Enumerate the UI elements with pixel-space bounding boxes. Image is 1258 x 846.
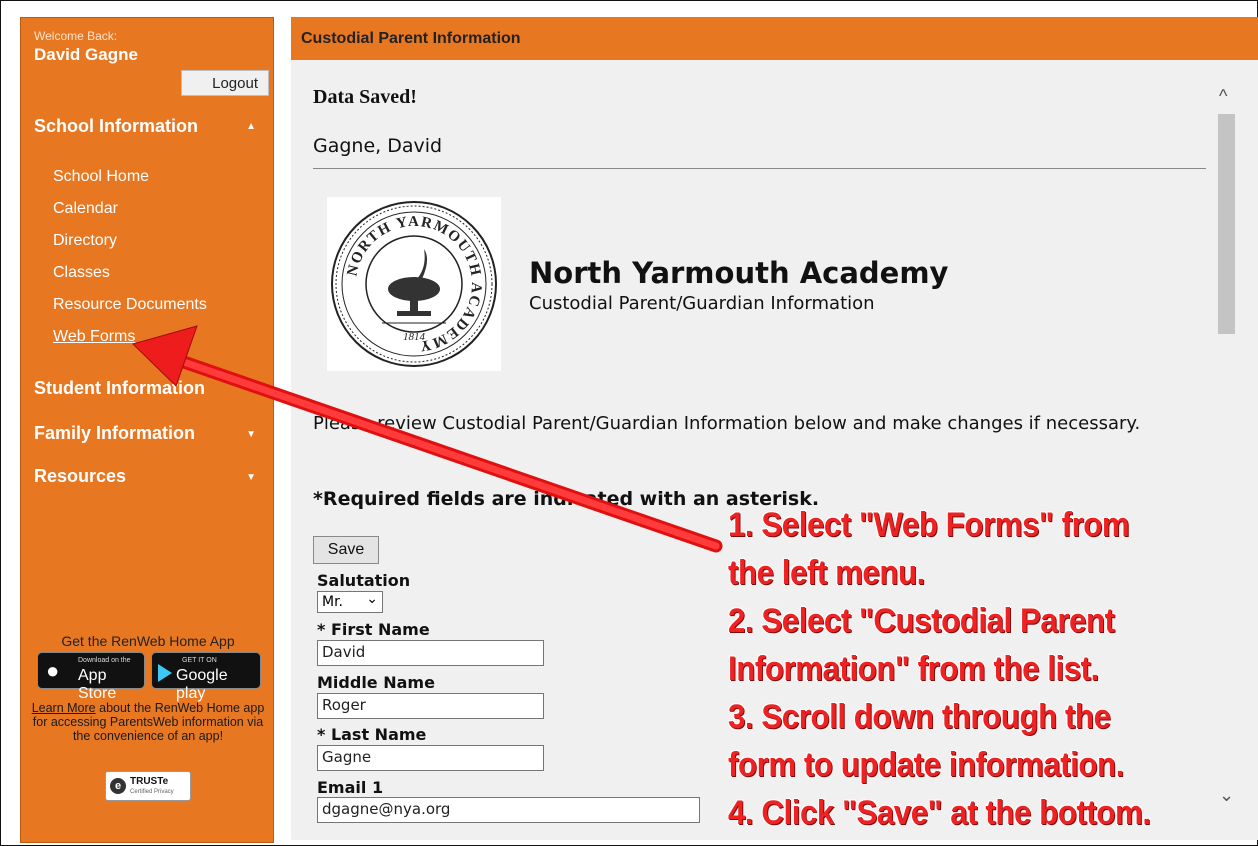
section-resources[interactable]: Resources ▼ [34,466,264,487]
caret-down-icon: ▼ [246,472,256,483]
google-play-icon [158,664,172,682]
instructions-text: Please review Custodial Parent/Guardian … [313,413,1141,434]
sidebar-item-directory[interactable]: Directory [53,232,117,250]
middle-name-label: Middle Name [317,673,435,692]
google-play-small-text: GET IT ON [182,657,217,664]
truste-title: TRUSTe [130,776,169,787]
scrollbar[interactable]: ^ ⌄ [1213,82,1239,840]
last-name-field[interactable]: Gagne [317,745,544,771]
person-name: Gagne, David [313,135,443,157]
last-name-label: * Last Name [317,725,427,744]
save-button[interactable]: Save [313,536,379,564]
scroll-up-icon[interactable]: ^ [1219,86,1227,107]
first-name-field[interactable]: David [317,640,544,666]
welcome-label: Welcome Back: [34,29,118,43]
apple-icon: ● [46,658,60,683]
sidebar: Welcome Back: David Gagne Logout School … [20,17,274,843]
user-name: David Gagne [34,45,138,64]
truste-subtitle: Certified Privacy [130,789,174,795]
sidebar-item-web-forms[interactable]: Web Forms [53,328,135,346]
section-school-information[interactable]: School Information ▲ [34,116,264,137]
section-family-information[interactable]: Family Information ▼ [34,423,264,444]
section-label: Resources [34,466,127,486]
app-store-badge[interactable]: ● Download on the App Store [37,652,145,702]
truste-badge[interactable]: e TRUSTe Certified Privacy [105,771,191,801]
app-promo-title: Get the RenWeb Home App [61,633,235,649]
app-store-text: App Store [78,667,117,702]
scroll-thumb[interactable] [1218,114,1235,334]
google-play-badge[interactable]: GET IT ON Google play [151,652,261,702]
page-header: Custodial Parent Information [291,17,1258,60]
logout-button[interactable]: Logout [181,70,269,96]
salutation-select[interactable]: Mr. ⌄ [317,591,383,613]
seal-year: 1814 [403,331,426,343]
status-message: Data Saved! [313,86,417,108]
email-label: Email 1 [317,778,384,797]
app-store-small-text: Download on the [78,657,131,664]
sidebar-item-school-home[interactable]: School Home [53,168,149,186]
section-student-information[interactable]: Student Information [34,378,264,399]
form-subtitle: Custodial Parent/Guardian Information [529,293,875,314]
salutation-label: Salutation [317,571,411,590]
caret-up-icon: ▲ [246,121,256,132]
school-name: North Yarmouth Academy [529,256,949,290]
truste-icon: e [110,778,126,794]
google-play-text: Google play [176,667,228,702]
section-label: Family Information [34,423,196,443]
divider [313,168,1206,169]
scroll-down-icon[interactable]: ⌄ [1219,785,1234,806]
learn-more-link[interactable]: Learn More [32,701,96,715]
section-label: School Information [34,116,198,136]
page-title: Custodial Parent Information [301,30,521,47]
form-content: Data Saved! Gagne, David NORTH YARMOUTH … [291,60,1258,840]
school-seal-logo: NORTH YARMOUTH ACADEMY 1814 [327,197,501,371]
sidebar-item-classes[interactable]: Classes [53,264,110,282]
chevron-down-icon: ⌄ [366,591,378,607]
email-field[interactable]: dgagne@nya.org [317,797,700,823]
section-label: Student Information [34,378,205,398]
salutation-value: Mr. [322,594,343,610]
app-description: Learn More about the RenWeb Home app for… [27,701,269,743]
sidebar-item-resource-documents[interactable]: Resource Documents [53,296,207,314]
caret-down-icon: ▼ [246,429,256,440]
required-fields-note: *Required fields are indicated with an a… [313,488,820,510]
middle-name-field[interactable]: Roger [317,693,544,719]
first-name-label: * First Name [317,620,430,639]
sidebar-item-calendar[interactable]: Calendar [53,200,118,218]
